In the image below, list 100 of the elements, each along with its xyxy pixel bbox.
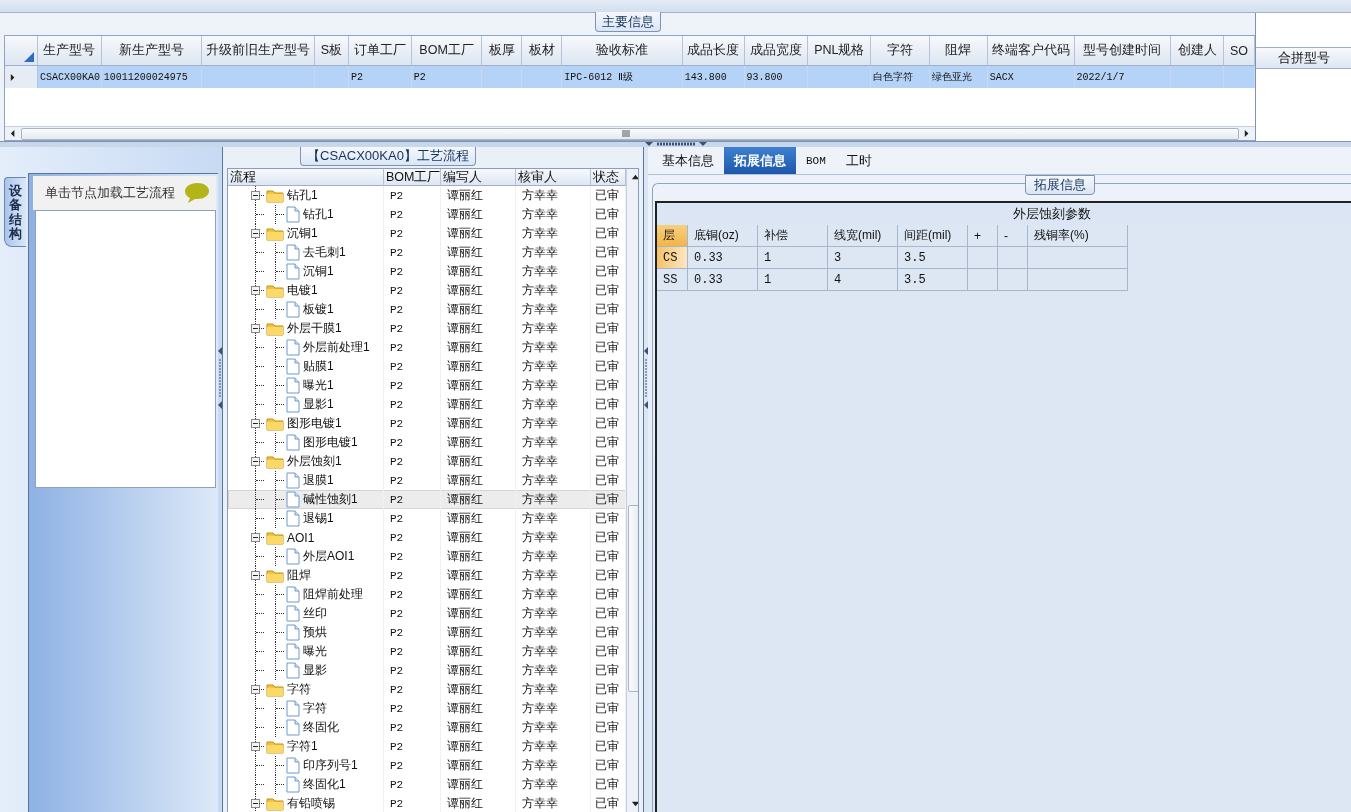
tree-row[interactable]: 字符 P2 谭丽红 方幸幸 已审 <box>228 699 626 718</box>
tree-row[interactable]: 沉铜1 P2 谭丽红 方幸幸 已审 <box>228 224 626 243</box>
row-header-cell[interactable]: SS <box>657 269 688 291</box>
vertical-scrollbar[interactable] <box>626 169 638 812</box>
column-header[interactable]: 阻焊 <box>930 36 988 66</box>
column-header[interactable]: SO <box>1224 36 1255 66</box>
splitter-handle[interactable] <box>644 347 648 409</box>
tree-row[interactable]: 沉铜1 P2 谭丽红 方幸幸 已审 <box>228 262 626 281</box>
collapse-icon[interactable] <box>251 685 260 694</box>
collapse-icon[interactable] <box>251 799 260 808</box>
tree-row[interactable]: 外层干膜1 P2 谭丽红 方幸幸 已审 <box>228 319 626 338</box>
row-header-cell[interactable]: CS <box>657 247 688 269</box>
tree-row[interactable]: 阻焊 P2 谭丽红 方幸幸 已审 <box>228 566 626 585</box>
column-header[interactable]: BOM工厂 <box>384 169 441 186</box>
collapse-icon[interactable] <box>251 324 260 333</box>
folder-icon <box>266 283 284 298</box>
table-cell: 方幸幸 <box>522 301 558 318</box>
tree-row[interactable]: 字符1 P2 谭丽红 方幸幸 已审 <box>228 737 626 756</box>
table-cell: P2 <box>390 588 404 601</box>
folder-icon <box>266 796 284 811</box>
table-cell: 方幸幸 <box>522 187 558 204</box>
column-header[interactable]: + <box>968 225 998 247</box>
column-header[interactable]: 成品长度 <box>682 36 745 66</box>
column-header[interactable]: 成品宽度 <box>744 36 809 66</box>
tree-row[interactable]: AOI1 P2 谭丽红 方幸幸 已审 <box>228 528 626 547</box>
column-header[interactable]: 创建人 <box>1171 36 1225 66</box>
column-header[interactable]: 层 <box>657 225 688 247</box>
tree-row[interactable]: 钻孔1 P2 谭丽红 方幸幸 已审 <box>228 205 626 224</box>
scroll-thumb[interactable] <box>628 505 638 692</box>
side-tab[interactable]: 设备结构 <box>4 177 26 247</box>
column-header[interactable]: 线宽(mil) <box>828 225 898 247</box>
tab[interactable]: 拓展信息 <box>724 147 796 174</box>
tree-row[interactable]: 曝光 P2 谭丽红 方幸幸 已审 <box>228 642 626 661</box>
column-header[interactable]: 字符 <box>871 36 930 66</box>
tree-row[interactable]: 阻焊前处理 P2 谭丽红 方幸幸 已审 <box>228 585 626 604</box>
column-header[interactable]: 型号创建时间 <box>1074 36 1172 66</box>
column-header[interactable]: PNL规格 <box>808 36 872 66</box>
column-header[interactable]: 状态 <box>591 169 626 186</box>
panel-header: 单击节点加载工艺流程 <box>45 184 176 202</box>
column-header[interactable]: 新生产型号 <box>101 36 203 66</box>
column-header[interactable]: 残铜率(%) <box>1028 225 1128 247</box>
tree-row[interactable]: 显影1 P2 谭丽红 方幸幸 已审 <box>228 395 626 414</box>
column-header[interactable]: - <box>998 225 1028 247</box>
collapse-icon[interactable] <box>251 229 260 238</box>
tree-row[interactable]: 贴膜1 P2 谭丽红 方幸幸 已审 <box>228 357 626 376</box>
tree-row[interactable]: 显影 P2 谭丽红 方幸幸 已审 <box>228 661 626 680</box>
horizontal-scrollbar[interactable] <box>5 126 1255 140</box>
column-header[interactable]: 流程 <box>228 169 384 186</box>
tree-row[interactable]: 外层蚀刻1 P2 谭丽红 方幸幸 已审 <box>228 452 626 471</box>
column-header[interactable]: 终端客户代码 <box>987 36 1075 66</box>
column-header[interactable]: BOM工厂 <box>411 36 483 66</box>
column-header[interactable]: 板材 <box>522 36 563 66</box>
collapse-icon[interactable] <box>251 571 260 580</box>
tree-row[interactable]: 去毛刺1 P2 谭丽红 方幸幸 已审 <box>228 243 626 262</box>
tree-row[interactable]: 电镀1 P2 谭丽红 方幸幸 已审 <box>228 281 626 300</box>
column-header[interactable]: 板厚 <box>482 36 523 66</box>
column-header[interactable]: 合拼型号 <box>1256 47 1351 69</box>
column-header[interactable]: 升级前旧生产型号 <box>202 36 315 66</box>
tree-row[interactable]: 终固化1 P2 谭丽红 方幸幸 已审 <box>228 775 626 794</box>
collapse-icon[interactable] <box>251 191 260 200</box>
tree-row[interactable]: 有铅喷锡 P2 谭丽红 方幸幸 已审 <box>228 794 626 812</box>
tree-row[interactable]: 终固化 P2 谭丽红 方幸幸 已审 <box>228 718 626 737</box>
tree-row[interactable]: 退锡1 P2 谭丽红 方幸幸 已审 <box>228 509 626 528</box>
collapse-icon[interactable] <box>251 457 260 466</box>
collapse-icon[interactable] <box>251 742 260 751</box>
tree-row[interactable]: 印序列号1 P2 谭丽红 方幸幸 已审 <box>228 756 626 775</box>
collapse-icon[interactable] <box>251 286 260 295</box>
tree-row[interactable]: 外层AOI1 P2 谭丽红 方幸幸 已审 <box>228 547 626 566</box>
column-header[interactable]: S板 <box>315 36 349 66</box>
column-header[interactable]: 核审人 <box>516 169 591 186</box>
tab[interactable]: BOM <box>796 147 836 174</box>
table-cell: 方幸幸 <box>522 339 558 356</box>
column-header[interactable]: 订单工厂 <box>348 36 412 66</box>
splitter-handle[interactable] <box>644 142 707 147</box>
node-label: 外层干膜1 <box>287 320 342 337</box>
tree-row[interactable]: 钻孔1 P2 谭丽红 方幸幸 已审 <box>228 186 626 205</box>
tree-row[interactable]: 预烘 P2 谭丽红 方幸幸 已审 <box>228 623 626 642</box>
node-label: 图形电镀1 <box>287 415 342 432</box>
tree-row[interactable]: 丝印 P2 谭丽红 方幸幸 已审 <box>228 604 626 623</box>
column-header[interactable]: 间距(mil) <box>898 225 968 247</box>
tree-row[interactable]: 板镀1 P2 谭丽红 方幸幸 已审 <box>228 300 626 319</box>
tree-row[interactable]: 曝光1 P2 谭丽红 方幸幸 已审 <box>228 376 626 395</box>
tree-row[interactable]: 图形电镀1 P2 谭丽红 方幸幸 已审 <box>228 433 626 452</box>
splitter-handle[interactable] <box>218 347 222 409</box>
tree-row[interactable]: 外层前处理1 P2 谭丽红 方幸幸 已审 <box>228 338 626 357</box>
column-header[interactable]: 补偿 <box>758 225 828 247</box>
column-header[interactable]: 底铜(oz) <box>688 225 758 247</box>
tab[interactable]: 基本信息 <box>652 147 724 174</box>
node-label: AOI1 <box>287 530 315 545</box>
table-cell: 已审 <box>595 263 619 280</box>
column-header[interactable]: 生产型号 <box>37 36 102 66</box>
collapse-icon[interactable] <box>251 419 260 428</box>
tree-row[interactable]: 图形电镀1 P2 谭丽红 方幸幸 已审 <box>228 414 626 433</box>
group-title: 主要信息 <box>594 12 661 32</box>
column-header[interactable]: 编写人 <box>441 169 516 186</box>
column-header[interactable]: 验收标准 <box>562 36 683 66</box>
tree-row[interactable]: 字符 P2 谭丽红 方幸幸 已审 <box>228 680 626 699</box>
tab[interactable]: 工时 <box>835 147 882 174</box>
tree-row[interactable]: 碱性蚀刻1 P2 谭丽红 方幸幸 已审 <box>228 490 626 509</box>
collapse-icon[interactable] <box>251 533 260 542</box>
